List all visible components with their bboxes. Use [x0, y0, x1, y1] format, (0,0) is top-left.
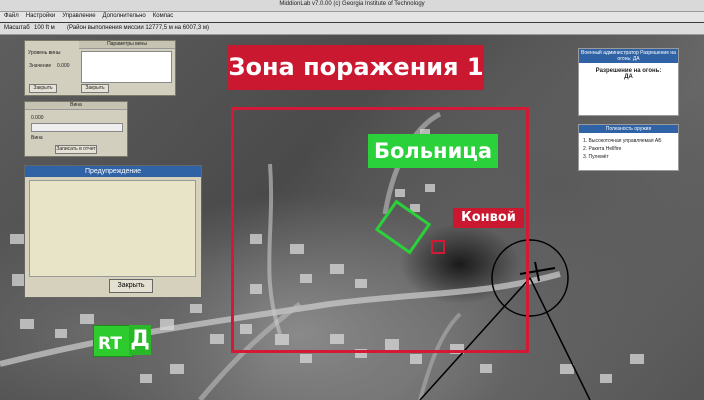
panel1-close-button-2[interactable]: Закрыть — [81, 84, 109, 93]
rt-logo: RT Д — [93, 321, 153, 358]
panel1-label1: Уровень вины — [28, 50, 61, 56]
menu-settings[interactable]: Настройки — [22, 12, 58, 19]
warning-title: Предупреждение — [25, 166, 201, 177]
weapon-utility-panel: Полезность оружия 1. Высокоточная управл… — [578, 124, 679, 171]
fault-parameters-panel: Параметры вины Уровень вины Значение 0.0… — [24, 40, 176, 96]
window-title: MiddionLab v7.0.00 (c) Georgia Institute… — [279, 1, 425, 7]
panel2-label: Вина — [31, 135, 43, 141]
scale-label: Масштаб — [4, 25, 30, 31]
hospital-label: Больница — [368, 134, 498, 168]
panel1-value: 0.000 — [57, 63, 70, 69]
menu-advanced[interactable]: Дополнительно — [99, 12, 149, 19]
panel1-close-button[interactable]: Закрыть — [29, 84, 57, 93]
menu-compass[interactable]: Компас — [149, 12, 177, 19]
mission-area-status: (Район выполнения миссии 12777,5 м на 60… — [67, 25, 209, 31]
fire-permission-panel: Военный администратор Разрешение на огон… — [578, 48, 679, 116]
write-report-button[interactable]: Записать в отчет — [55, 145, 97, 154]
rt-logo-cube: RT — [93, 325, 133, 357]
panel2-title: Вина — [25, 102, 127, 110]
menu-bar: Файл Настройки Управление Дополнительно Комп… — [0, 12, 704, 22]
fire-permission-header: Военный администратор Разрешение на огон… — [579, 49, 678, 63]
weapon-item-1: 1. Высокоточная управляемая АБ — [583, 138, 662, 144]
rt-logo-d: Д — [129, 325, 151, 355]
scale-value: 100 ft м — [34, 25, 55, 31]
panel2-progress — [31, 123, 123, 132]
weapon-item-2: 2. Ракета Hellfire — [583, 146, 622, 152]
info-bar: Масштаб 100 ft м (Район выполнения мисси… — [0, 23, 704, 35]
panel1-textarea[interactable] — [81, 51, 172, 83]
rt-logo-text: RT — [98, 334, 122, 354]
weapon-utility-header: Полезность оружия — [579, 125, 678, 133]
weapon-item-3: 3. Пулемёт — [583, 154, 609, 160]
menu-file[interactable]: Файл — [0, 12, 22, 19]
fire-permission-value: ДА — [624, 74, 633, 80]
fault-panel: Вина 0.000 Вина Записать в отчет — [24, 101, 128, 157]
convoy-label: Конвой — [453, 208, 524, 228]
warning-body — [29, 180, 196, 277]
panel1-label2: Значение — [29, 63, 52, 69]
menu-control[interactable]: Управление — [58, 12, 98, 19]
panel2-value: 0.000 — [31, 115, 44, 121]
window-title-bar: MiddionLab v7.0.00 (c) Georgia Institute… — [0, 0, 704, 12]
zone-title: Зона поражения 1 — [228, 45, 484, 90]
warning-window: Предупреждение Закрыть — [24, 165, 202, 298]
panel1-title: Параметры вины — [79, 41, 175, 49]
warning-close-button[interactable]: Закрыть — [109, 279, 153, 293]
